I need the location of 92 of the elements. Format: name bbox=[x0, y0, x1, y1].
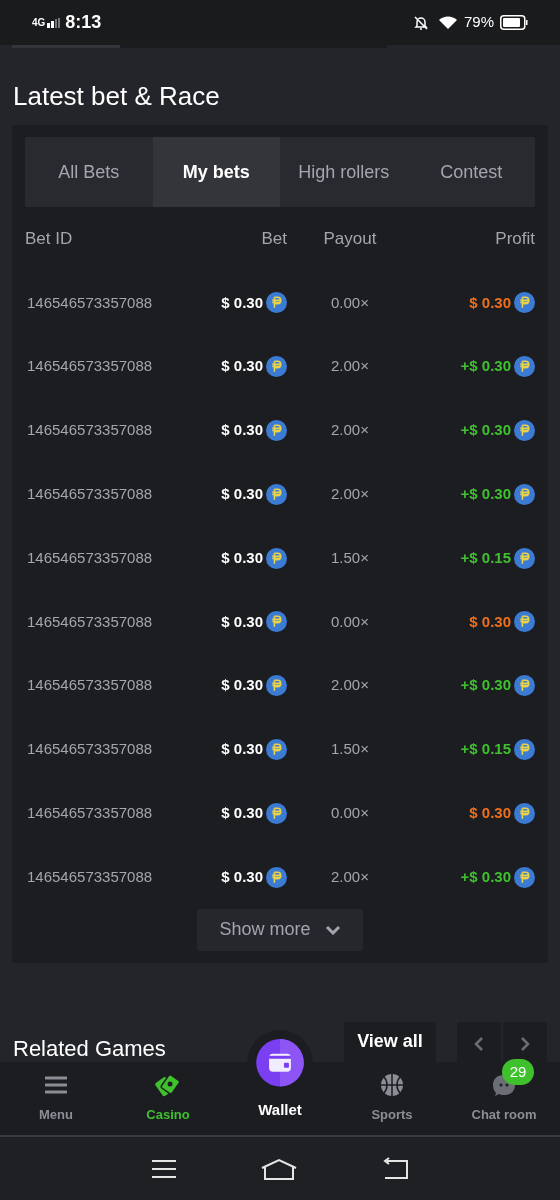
home-icon[interactable] bbox=[260, 1157, 298, 1180]
bet-id-cell-text: 146546573357088 bbox=[26, 866, 154, 887]
coin-icon bbox=[266, 356, 287, 378]
related-games-title: Related Games bbox=[13, 1035, 166, 1062]
payout-cell-text: 1.50× bbox=[330, 547, 370, 568]
bet-id-cell-text: 146546573357088 bbox=[26, 420, 154, 441]
bet-amount: $ 0.30 bbox=[221, 484, 263, 505]
nav-tab[interactable]: Menu bbox=[0, 1062, 112, 1135]
coin-icon bbox=[514, 547, 535, 569]
show-more-button[interactable]: Show more bbox=[197, 908, 363, 951]
column-header: Bet ID bbox=[25, 228, 74, 251]
coin-icon bbox=[266, 738, 287, 760]
payout-cell-text: 1.50× bbox=[330, 739, 370, 760]
bet-amount: $ 0.30 bbox=[221, 356, 263, 377]
battery-percent: 79% bbox=[463, 12, 494, 33]
bet-id-cell-text: 146546573357088 bbox=[26, 675, 154, 696]
column-header: Bet bbox=[260, 228, 287, 251]
tab[interactable]: High rollers bbox=[280, 137, 408, 207]
coin-icon bbox=[266, 802, 287, 824]
wallet-tab[interactable]: Wallet bbox=[224, 1030, 336, 1135]
bet-id-cell-text: 146546573357088 bbox=[26, 739, 154, 760]
bell-off-icon bbox=[412, 14, 429, 31]
profit-amount: $ 0.30 bbox=[469, 803, 511, 823]
coin-icon bbox=[266, 611, 287, 633]
bet-id-cell-text: 146546573357088 bbox=[26, 292, 154, 313]
basketball-icon bbox=[380, 1072, 404, 1097]
payout-cell-text: 2.00× bbox=[330, 484, 370, 505]
signal-icon bbox=[47, 17, 62, 28]
bet-amount: $ 0.30 bbox=[221, 739, 263, 760]
menu-icon bbox=[45, 1075, 67, 1094]
wifi-icon bbox=[437, 15, 458, 30]
coin-icon bbox=[514, 866, 535, 888]
tab[interactable]: My bets bbox=[152, 137, 280, 207]
coin-icon bbox=[514, 420, 535, 441]
coin-icon bbox=[514, 611, 535, 633]
coin-icon bbox=[266, 866, 287, 888]
payout-cell-text: 2.00× bbox=[330, 420, 370, 441]
profit-amount: +$ 0.30 bbox=[460, 675, 511, 696]
profit-amount: +$ 0.30 bbox=[460, 484, 511, 505]
nav-tab[interactable]: Casino bbox=[112, 1062, 224, 1135]
column-header: Payout bbox=[322, 228, 378, 251]
payout-cell-text: 2.00× bbox=[330, 356, 370, 377]
coin-icon bbox=[266, 292, 287, 314]
payout-cell-text: 2.00× bbox=[330, 866, 370, 887]
section-title: Latest bet & Race bbox=[12, 80, 221, 112]
recent-apps-icon[interactable] bbox=[151, 1158, 178, 1179]
coin-icon bbox=[514, 483, 535, 505]
tab[interactable]: All Bets bbox=[25, 137, 153, 207]
view-all-button[interactable]: View all bbox=[344, 1021, 436, 1062]
cards-icon bbox=[155, 1072, 181, 1097]
network-label: 4G bbox=[32, 17, 46, 28]
profit-amount: $ 0.30 bbox=[469, 292, 511, 313]
coin-icon bbox=[266, 483, 287, 505]
coin-icon bbox=[266, 675, 287, 697]
bet-id-cell-text: 146546573357088 bbox=[26, 611, 154, 632]
coin-icon bbox=[514, 802, 535, 824]
tab[interactable]: Contest bbox=[407, 137, 535, 207]
bet-amount: $ 0.30 bbox=[221, 803, 263, 823]
bet-amount: $ 0.30 bbox=[221, 675, 263, 696]
profit-amount: +$ 0.30 bbox=[460, 866, 511, 887]
bet-amount: $ 0.30 bbox=[221, 547, 263, 568]
nav-tab[interactable]: Sports bbox=[336, 1062, 448, 1135]
coin-icon bbox=[514, 675, 535, 697]
profit-amount: +$ 0.15 bbox=[460, 739, 511, 760]
bet-id-cell-text: 146546573357088 bbox=[26, 803, 154, 823]
payout-cell-text: 0.00× bbox=[330, 803, 370, 823]
profit-amount: +$ 0.15 bbox=[460, 547, 511, 568]
payout-cell-text: 2.00× bbox=[330, 675, 370, 696]
profit-amount: +$ 0.30 bbox=[460, 420, 511, 441]
profit-amount: $ 0.30 bbox=[469, 611, 511, 632]
payout-cell-text: 0.00× bbox=[330, 611, 370, 632]
bet-amount: $ 0.30 bbox=[221, 420, 263, 441]
profit-amount: +$ 0.30 bbox=[460, 356, 511, 377]
next-button[interactable] bbox=[503, 1021, 547, 1062]
bet-id-cell-text: 146546573357088 bbox=[26, 547, 154, 568]
bet-amount: $ 0.30 bbox=[221, 866, 263, 887]
clock-time: 8:13 bbox=[65, 11, 102, 34]
payout-cell-text: 0.00× bbox=[330, 292, 370, 313]
chevron-right-icon bbox=[520, 1036, 530, 1051]
bet-id-cell-text: 146546573357088 bbox=[26, 484, 154, 505]
coin-icon bbox=[266, 547, 287, 569]
chevron-left-icon bbox=[474, 1036, 484, 1051]
bet-amount: $ 0.30 bbox=[221, 292, 263, 313]
chevron-down-icon bbox=[324, 924, 341, 935]
coin-icon bbox=[514, 292, 535, 314]
coin-icon bbox=[514, 356, 535, 378]
column-header: Profit bbox=[494, 228, 535, 251]
coin-icon bbox=[514, 738, 535, 760]
bet-id-cell-text: 146546573357088 bbox=[26, 356, 154, 377]
coin-icon bbox=[266, 420, 287, 441]
bet-amount: $ 0.30 bbox=[221, 611, 263, 632]
battery-icon bbox=[500, 15, 528, 30]
